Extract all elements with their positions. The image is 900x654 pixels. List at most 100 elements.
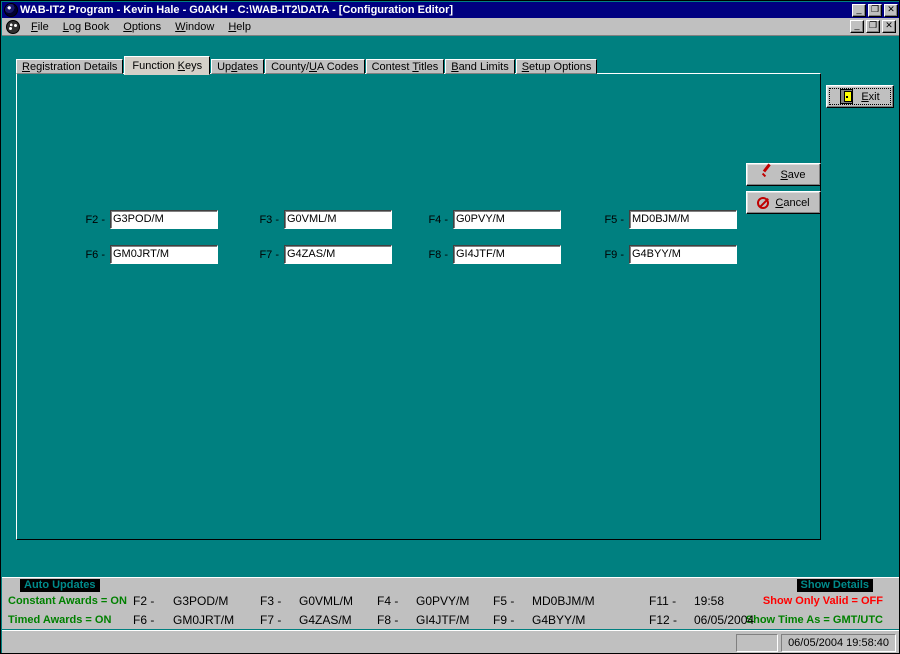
fkey-label-f7: F7 - [253,249,279,261]
timed-awards-status: Timed Awards = ON [8,614,111,626]
fkey-field-f2: F2 - G3POD/M [79,210,218,229]
menu-item-window[interactable]: Window [168,20,221,34]
tab-function-keys[interactable]: Function Keys [124,56,210,75]
menu-item-help[interactable]: Help [221,20,258,34]
fkey-input-f6[interactable]: GM0JRT/M [110,245,218,264]
child-caption-button-group: _ ❐ ✕ [850,20,896,33]
fkey-field-f9: F9 - G4BYY/M [598,245,737,264]
title-bar: WAB-IT2 Program - Kevin Hale - G0AKH - C… [2,2,900,18]
show-time-as-status: Show Time As = GMT/UTC [746,614,883,626]
child-minimize-icon: _ [851,20,863,31]
exit-button[interactable]: Exit [826,85,894,108]
menu-item-options-label: ptions [132,21,161,33]
menu-bar: File Log Book Options Window Help [2,18,900,36]
fkey-input-f7[interactable]: G4ZAS/M [284,245,392,264]
status-fkey-f2-value: G3POD/M [173,594,228,608]
fkey-field-f8: F8 - GI4JTF/M [422,245,561,264]
status-fkey-f9-value: G4BYY/M [532,613,585,627]
fkey-field-f5: F5 - MD0BJM/M [598,210,737,229]
function-keys-panel: Save Cancel F2 - G3POD/M F3 - G0VML/M F4… [16,73,821,540]
status-fkey-f4-value: G0PVY/M [416,594,469,608]
status-fkey-f12-value: 06/05/2004 [694,613,754,627]
menu-item-options[interactable]: Options [116,20,168,34]
menu-item-file[interactable]: File [24,20,56,34]
fkey-input-f2[interactable]: G3POD/M [110,210,218,229]
window-title: WAB-IT2 Program - Kevin Hale - G0AKH - C… [20,4,852,16]
child-restore-button[interactable]: ❐ [866,20,880,33]
bottom-status-bar: 06/05/2004 19:58:40 [2,630,900,654]
mdi-child-icon[interactable] [6,20,20,34]
tab-setup-options[interactable]: Setup Options [516,59,598,74]
status-fkey-f5-key: F5 - [493,594,514,608]
fkey-label-f8: F8 - [422,249,448,261]
close-button[interactable]: ✕ [884,4,898,17]
show-only-valid-status: Show Only Valid = OFF [763,595,883,607]
fkey-label-f3: F3 - [253,214,279,226]
restore-button[interactable]: ❐ [868,4,882,17]
fkey-field-f3: F3 - G0VML/M [253,210,392,229]
cancel-button[interactable]: Cancel [746,191,821,214]
status-fkey-f3-key: F3 - [260,594,281,608]
status-fkey-f11-value: 19:58 [694,594,724,608]
cancel-button-label: Cancel [775,197,809,209]
fkey-input-f5[interactable]: MD0BJM/M [629,210,737,229]
focus-ring [829,88,891,105]
menu-item-window-label: indow [186,21,215,33]
auto-updates-header: Auto Updates [20,579,100,592]
red-ban-icon [757,197,769,209]
status-fkey-f6-key: F6 - [133,613,154,627]
status-fkey-f9-key: F9 - [493,613,514,627]
fkey-label-f6: F6 - [79,249,105,261]
save-button[interactable]: Save [746,163,821,186]
fkey-input-f9[interactable]: G4BYY/M [629,245,737,264]
menu-item-log-book-label: og Book [69,21,109,33]
menu-item-log-book[interactable]: Log Book [56,20,117,34]
tab-contest-titles[interactable]: Contest Titles [366,59,445,74]
fkey-field-f4: F4 - G0PVY/M [422,210,561,229]
fkey-label-f5: F5 - [598,214,624,226]
fkey-input-f3[interactable]: G0VML/M [284,210,392,229]
child-restore-icon: ❐ [867,20,879,31]
mdi-client-area: Exit Registration Details Function Keys … [2,37,900,577]
tab-county-ua-codes[interactable]: County/UA Codes [265,59,364,74]
fkey-label-f2: F2 - [79,214,105,226]
child-minimize-button[interactable]: _ [850,20,864,33]
status-fkey-f6-value: GM0JRT/M [173,613,234,627]
save-button-label: Save [780,169,805,181]
menu-item-file-label: ile [38,21,49,33]
application-window: WAB-IT2 Program - Kevin Hale - G0AKH - C… [0,0,900,654]
tab-registration-details[interactable]: Registration Details [16,59,123,74]
fkey-label-f4: F4 - [422,214,448,226]
status-fkey-f7-key: F7 - [260,613,281,627]
fkey-input-f8[interactable]: GI4JTF/M [453,245,561,264]
caption-button-group: _ ❐ ✕ [852,4,900,17]
constant-awards-status: Constant Awards = ON [8,595,127,607]
status-fkey-f5-value: MD0BJM/M [532,594,595,608]
red-check-icon [761,169,774,181]
exit-button-label: Exit [861,91,879,103]
status-fkey-f3-value: G0VML/M [299,594,353,608]
fkey-field-f7: F7 - G4ZAS/M [253,245,392,264]
status-fkey-f7-value: G4ZAS/M [299,613,352,627]
tab-band-limits[interactable]: Band Limits [445,59,514,74]
status-panel: Auto Updates Constant Awards = ON Timed … [2,577,900,629]
fkey-label-f9: F9 - [598,249,624,261]
minimize-button[interactable]: _ [852,4,866,17]
tab-strip: Registration Details Function Keys Updat… [16,57,598,74]
tab-updates[interactable]: Updates [211,59,264,74]
status-bar-spacer [736,634,778,652]
door-exit-icon [840,89,853,104]
menu-item-help-label: elp [236,21,251,33]
fkey-input-f4[interactable]: G0PVY/M [453,210,561,229]
status-fkey-f2-key: F2 - [133,594,154,608]
status-fkey-f11-key: F11 - [649,594,676,608]
restore-icon: ❐ [869,4,881,15]
minimize-icon: _ [853,4,865,15]
child-close-button[interactable]: ✕ [882,20,896,33]
globe-icon [4,3,18,17]
close-icon: ✕ [885,4,897,15]
status-fkey-f4-key: F4 - [377,594,398,608]
fkey-field-f6: F6 - GM0JRT/M [79,245,218,264]
status-fkey-f12-key: F12 - [649,613,677,627]
status-fkey-f8-value: GI4JTF/M [416,613,469,627]
